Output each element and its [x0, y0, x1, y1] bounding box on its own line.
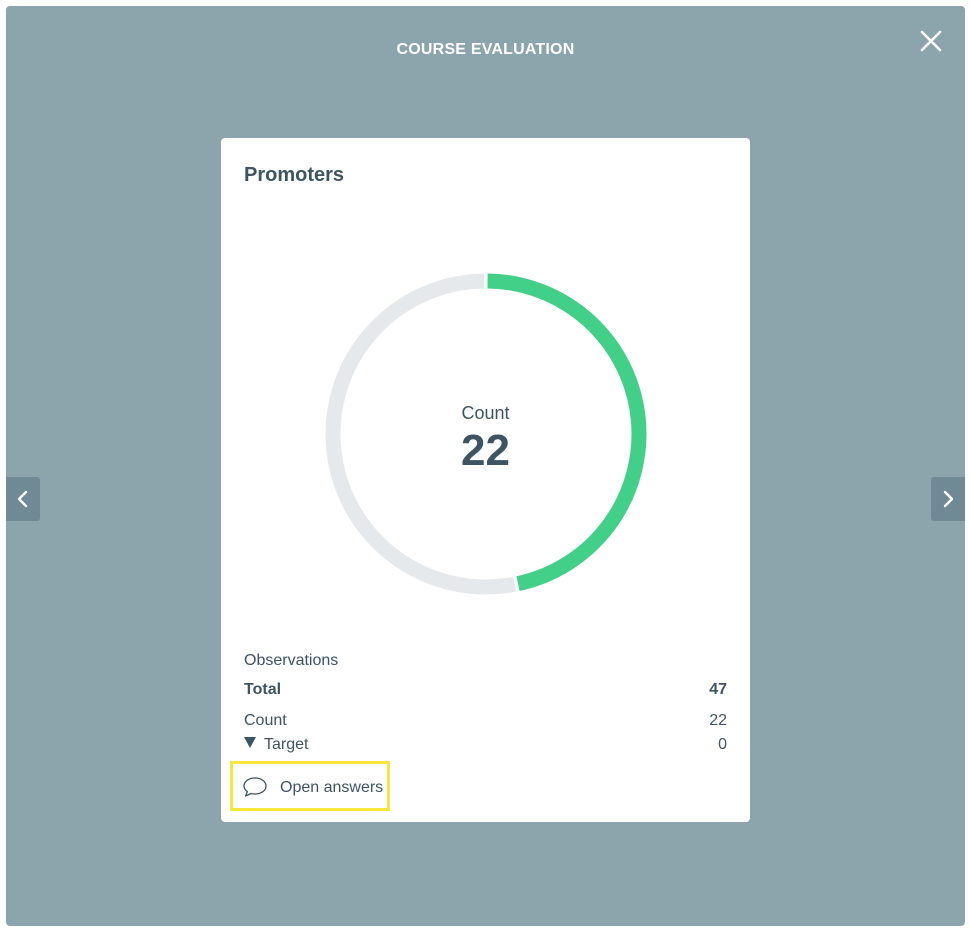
open-answers-button[interactable]: Open answers: [230, 761, 390, 811]
modal-title: COURSE EVALUATION: [396, 41, 575, 58]
target-label: Target: [264, 736, 309, 753]
triangle-down-icon: [244, 737, 256, 748]
count-value: 22: [709, 712, 727, 729]
total-label: Total: [244, 681, 282, 698]
close-icon: [920, 30, 942, 52]
previous-button[interactable]: [6, 477, 40, 521]
card-title: Promoters: [244, 164, 345, 186]
chevron-left-icon: [17, 490, 28, 508]
donut-center-value: 22: [461, 426, 510, 475]
observations-heading: Observations: [244, 652, 339, 669]
speech-bubble-icon: [243, 777, 267, 797]
target-value: 0: [718, 736, 727, 753]
donut-center-label: Count: [461, 403, 510, 423]
modal-overlay: COURSE EVALUATION Promoters Count 22 Obs…: [6, 6, 965, 926]
count-label: Count: [244, 712, 287, 729]
target-label-wrap: Target: [244, 736, 308, 754]
promoters-card: Promoters Count 22 Observations Total 47…: [221, 138, 750, 822]
open-answers-label: Open answers: [280, 779, 384, 796]
total-value: 47: [709, 681, 727, 698]
close-button[interactable]: [916, 26, 946, 56]
chevron-right-icon: [943, 490, 954, 508]
next-button[interactable]: [931, 477, 965, 521]
